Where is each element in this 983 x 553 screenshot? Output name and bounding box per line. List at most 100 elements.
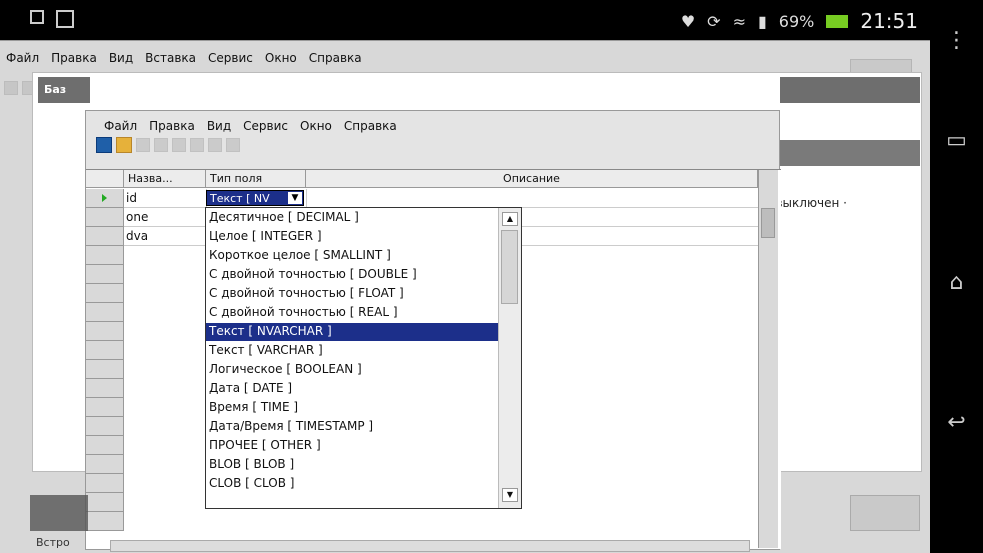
- type-option[interactable]: Короткое целое [ SMALLINT ]: [206, 247, 498, 265]
- grid-header: Назва... Тип поля Описание: [86, 170, 758, 188]
- scroll-up-icon[interactable]: ▲: [502, 212, 518, 226]
- recent-apps-icon[interactable]: ▭: [930, 128, 983, 153]
- type-option[interactable]: Логическое [ BOOLEAN ]: [206, 361, 498, 379]
- row-header[interactable]: [86, 246, 124, 265]
- table-menu-bar: Файл Правка Вид Сервис Окно Справка: [98, 117, 403, 135]
- menu-item-file[interactable]: Файл: [0, 49, 45, 71]
- type-option[interactable]: Десятичное [ DECIMAL ]: [206, 209, 498, 227]
- home-icon[interactable]: ⌂: [930, 270, 983, 295]
- grid-vertical-scrollbar[interactable]: [758, 170, 778, 548]
- panel-section-bar: [780, 140, 920, 166]
- signal-icon: ▮: [757, 11, 767, 31]
- row-header-corner: [86, 170, 124, 187]
- type-option[interactable]: BLOB [ BLOB ]: [206, 456, 498, 474]
- copy-icon[interactable]: [154, 138, 168, 152]
- embedded-db-label: Встро: [36, 536, 70, 549]
- keyboard-icon[interactable]: [30, 495, 88, 531]
- battery-icon: [826, 14, 849, 28]
- table-menu-help[interactable]: Справка: [338, 117, 403, 135]
- status-bar: ♥ ⟳ ≈ ▮ 69% 21:51: [0, 0, 930, 40]
- type-option[interactable]: С двойной точностью [ FLOAT ]: [206, 285, 498, 303]
- type-option[interactable]: Время [ TIME ]: [206, 399, 498, 417]
- main-menu-bar: Файл Правка Вид Вставка Сервис Окно Спра…: [0, 49, 368, 71]
- screenshot-icon: [56, 10, 74, 28]
- row-header[interactable]: [86, 512, 124, 531]
- row-header[interactable]: [86, 360, 124, 379]
- field-description-cell[interactable]: [306, 189, 758, 207]
- clock: 21:51: [860, 9, 918, 33]
- new-icon[interactable]: [4, 81, 18, 95]
- row-header[interactable]: [86, 417, 124, 436]
- field-type-dropdown-list: Десятичное [ DECIMAL ] Целое [ INTEGER ]…: [205, 207, 522, 509]
- table-menu-edit[interactable]: Правка: [143, 117, 201, 135]
- panel-header-bar: [780, 77, 920, 103]
- row-header[interactable]: [86, 265, 124, 284]
- wifi-icon: ≈: [732, 11, 746, 31]
- undo-icon[interactable]: [190, 138, 204, 152]
- type-option[interactable]: Целое [ INTEGER ]: [206, 228, 498, 246]
- chevron-down-icon[interactable]: ▼: [288, 192, 302, 204]
- current-row-icon: [102, 194, 107, 202]
- table-menu-view[interactable]: Вид: [201, 117, 237, 135]
- type-option[interactable]: Дата [ DATE ]: [206, 380, 498, 398]
- list-scrollbar[interactable]: ▲ ▼: [498, 208, 521, 508]
- primary-key-icon[interactable]: [226, 138, 240, 152]
- paste-icon[interactable]: [172, 138, 186, 152]
- redo-icon[interactable]: [208, 138, 222, 152]
- shield-icon: ♥: [680, 11, 696, 31]
- screen-icon[interactable]: [850, 495, 920, 531]
- menu-item-view[interactable]: Вид: [103, 49, 139, 71]
- field-name-cell[interactable]: one: [126, 210, 206, 224]
- column-header-description[interactable]: Описание: [306, 170, 758, 187]
- field-name-cell[interactable]: dva: [126, 229, 206, 243]
- row-header[interactable]: [86, 208, 124, 227]
- row-header[interactable]: [86, 398, 124, 417]
- notification-icon: [30, 10, 44, 24]
- field-type-select[interactable]: Текст [ NV ▼: [206, 190, 304, 206]
- type-option-selected[interactable]: Текст [ NVARCHAR ]: [206, 323, 498, 341]
- grid-scroll-thumb[interactable]: [761, 208, 775, 238]
- sync-icon: ⟳: [707, 11, 721, 31]
- menu-item-window[interactable]: Окно: [259, 49, 303, 71]
- scroll-down-icon[interactable]: ▼: [502, 488, 518, 502]
- battery-percent: 69%: [778, 11, 815, 31]
- row-header[interactable]: [86, 474, 124, 493]
- row-header[interactable]: [86, 303, 124, 322]
- table-menu-tools[interactable]: Сервис: [237, 117, 294, 135]
- row-header[interactable]: [86, 455, 124, 474]
- row-header[interactable]: [86, 284, 124, 303]
- menu-item-insert[interactable]: Вставка: [139, 49, 202, 71]
- type-option[interactable]: CLOB [ CLOB ]: [206, 475, 498, 493]
- table-toolbar: [96, 137, 240, 153]
- overflow-menu-icon[interactable]: ⋮: [930, 28, 983, 53]
- type-option[interactable]: С двойной точностью [ REAL ]: [206, 304, 498, 322]
- menu-item-tools[interactable]: Сервис: [202, 49, 259, 71]
- back-icon[interactable]: ↩: [930, 410, 983, 435]
- row-header[interactable]: [86, 189, 124, 208]
- type-option[interactable]: С двойной точностью [ DOUBLE ]: [206, 266, 498, 284]
- column-header-name[interactable]: Назва...: [124, 170, 206, 187]
- type-option[interactable]: Текст [ VARCHAR ]: [206, 342, 498, 360]
- row-header[interactable]: [86, 322, 124, 341]
- list-scroll-thumb[interactable]: [501, 230, 518, 304]
- row-header[interactable]: [86, 379, 124, 398]
- menu-item-help[interactable]: Справка: [303, 49, 368, 71]
- row-header[interactable]: [86, 436, 124, 455]
- table-menu-window[interactable]: Окно: [294, 117, 338, 135]
- edit-icon[interactable]: [116, 137, 132, 153]
- type-option[interactable]: ПРОЧЕЕ [ OTHER ]: [206, 437, 498, 455]
- menu-item-edit[interactable]: Правка: [45, 49, 103, 71]
- save-icon[interactable]: [96, 137, 112, 153]
- cut-icon[interactable]: [136, 138, 150, 152]
- column-header-type[interactable]: Тип поля: [206, 170, 306, 187]
- horizontal-scrollbar[interactable]: [110, 540, 750, 552]
- nav-bar: ⋮ ▭ ⌂ ↩: [930, 0, 983, 553]
- row-header[interactable]: [86, 227, 124, 246]
- type-option[interactable]: Дата/Время [ TIMESTAMP ]: [206, 418, 498, 436]
- field-name-cell[interactable]: id: [126, 191, 206, 205]
- field-type-value: Текст [ NV: [210, 192, 270, 205]
- database-panel-header: Баз: [38, 77, 90, 103]
- table-menu-file[interactable]: Файл: [98, 117, 143, 135]
- row-header[interactable]: [86, 341, 124, 360]
- row-header[interactable]: [86, 493, 124, 512]
